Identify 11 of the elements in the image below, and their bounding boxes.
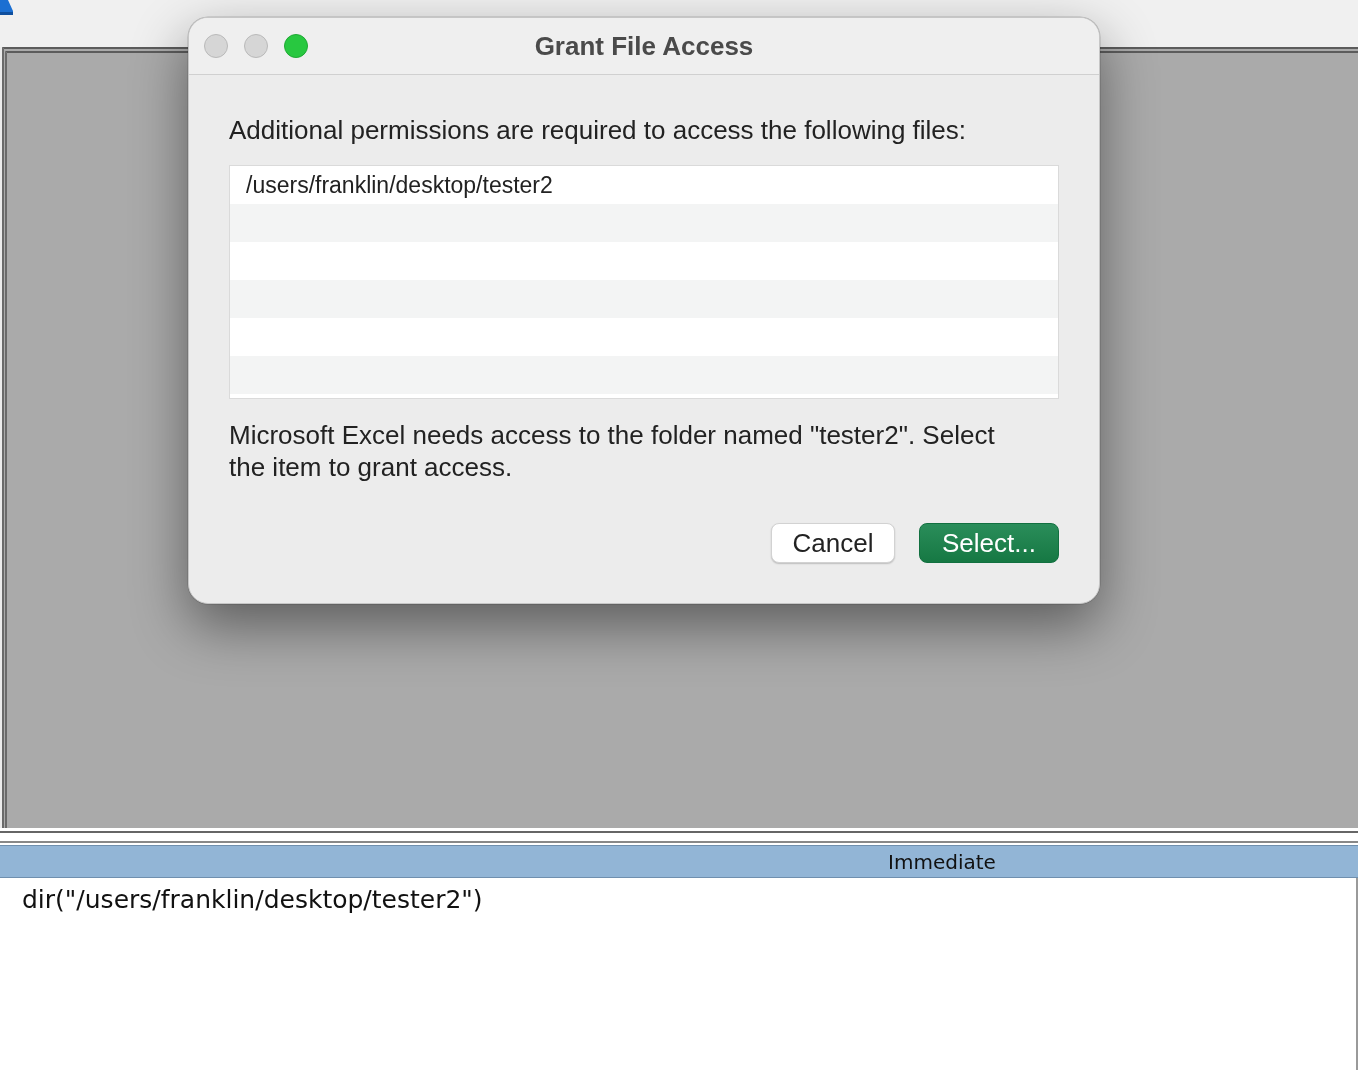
immediate-pane[interactable]: dir("/users/franklin/desktop/tester2") bbox=[0, 878, 1358, 1070]
cancel-button[interactable]: Cancel bbox=[771, 523, 895, 563]
pane-splitter[interactable] bbox=[0, 828, 1358, 845]
message-text: Microsoft Excel needs access to the folder named "tester2". Select the item to grant access. bbox=[229, 419, 996, 483]
toolbar-icon[interactable] bbox=[0, 0, 14, 15]
select-button[interactable]: Select... bbox=[919, 523, 1059, 563]
dialog-title: Grant File Access bbox=[534, 30, 754, 62]
prompt-text: Additional permissions are required to access the following files: bbox=[229, 115, 968, 145]
pane-title: Immediate bbox=[888, 849, 996, 874]
zoom-button[interactable] bbox=[284, 34, 308, 58]
code-line: dir("/users/franklin/desktop/tester2") bbox=[22, 884, 484, 916]
